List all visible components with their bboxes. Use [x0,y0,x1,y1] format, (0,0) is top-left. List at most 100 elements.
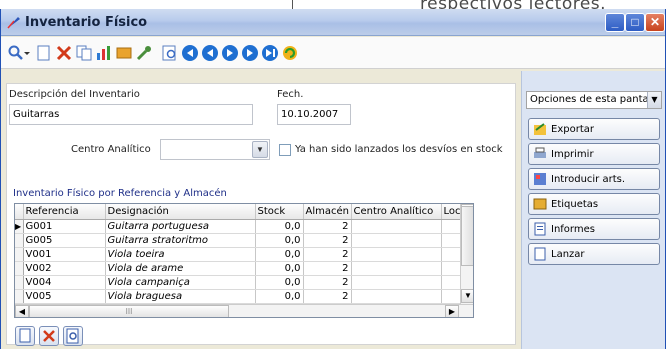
horizontal-scrollbar[interactable]: ◀ III ▶ [15,304,473,317]
cell-local[interactable] [441,247,462,262]
chart-icon[interactable] [95,44,113,62]
cell-centro[interactable] [351,219,442,234]
search-row-button[interactable] [63,326,83,346]
nav-next-icon[interactable] [221,44,239,62]
export-icon [534,123,546,135]
cell-centro[interactable] [351,247,442,262]
row-indicator [15,247,24,262]
vertical-scrollbar[interactable]: ▲ ▼ [460,204,473,304]
cell-centro[interactable] [351,275,442,290]
cell-referencia[interactable]: G001 [23,219,106,234]
export-button[interactable]: Exportar [528,118,660,140]
reports-icon [534,222,546,236]
minimize-button[interactable]: _ [605,13,625,32]
scroll-thumb[interactable] [461,206,473,266]
cell-stock[interactable]: 0,0 [255,233,304,248]
options-select[interactable]: Opciones de esta pantalla ▼ [526,91,662,109]
options-select-label: Opciones de esta pantalla [530,94,661,105]
export-label: Exportar [551,124,594,135]
cell-referencia[interactable]: V001 [23,247,106,262]
launch-label: Lanzar [551,249,585,260]
column-header-designacion[interactable]: Designación [105,204,256,220]
cell-almacen[interactable]: 2 [303,233,352,248]
nav-end-icon[interactable] [261,44,279,62]
reports-button[interactable]: Informes [528,218,660,240]
cell-stock[interactable]: 0,0 [255,289,304,304]
cell-almacen[interactable]: 2 [303,289,352,304]
cell-local[interactable] [441,289,462,304]
cell-referencia[interactable]: V005 [23,289,106,304]
cell-local[interactable] [441,219,462,234]
deviation-checkbox[interactable] [279,144,291,156]
table-row[interactable]: V002 Viola de arame 0,0 2 [15,261,462,276]
cell-almacen[interactable]: 2 [303,261,352,276]
description-field[interactable]: Guitarras [9,104,253,125]
cell-designacion[interactable]: Guitarra stratoritmo [105,233,256,248]
cell-stock[interactable]: 0,0 [255,261,304,276]
chevron-down-icon[interactable]: ▼ [252,141,268,158]
refresh-icon[interactable] [281,44,299,62]
cell-local[interactable] [441,261,462,276]
preview-icon[interactable] [161,44,179,62]
table-row[interactable]: V005 Viola braguesa 0,0 2 [15,289,462,304]
cell-designacion[interactable]: Viola de arame [105,261,256,276]
cell-almacen[interactable]: 2 [303,275,352,290]
cell-almacen[interactable]: 2 [303,219,352,234]
table-row[interactable]: V001 Viola toeira 0,0 2 [15,247,462,262]
options-pane: Opciones de esta pantalla ▼ Exportar Imp… [521,71,665,349]
table-row[interactable]: G005 Guitarra stratoritmo 0,0 2 [15,233,462,248]
introduce-articles-button[interactable]: Introducir arts. [528,168,660,190]
scroll-left-icon[interactable]: ◀ [15,305,29,317]
close-button[interactable]: ✕ [645,13,665,32]
delete-row-button[interactable] [39,326,59,346]
column-header-local[interactable]: Local [441,204,462,220]
column-header-stock[interactable]: Stock [255,204,304,220]
nav-prev-icon[interactable] [201,44,219,62]
column-header-centro[interactable]: Centro Analítico [351,204,442,220]
center-select[interactable]: ▼ [160,139,270,160]
launch-button[interactable]: Lanzar [528,243,660,265]
cell-stock[interactable]: 0,0 [255,275,304,290]
cell-referencia[interactable]: G005 [23,233,106,248]
label-icon[interactable] [115,44,133,62]
copy-icon[interactable] [75,44,93,62]
cell-referencia[interactable]: V002 [23,261,106,276]
cell-local[interactable] [441,275,462,290]
new-doc-icon[interactable] [35,44,53,62]
nav-last-icon[interactable] [241,44,259,62]
search-icon [66,328,79,344]
tools-icon[interactable] [135,44,153,62]
maximize-button[interactable]: □ [625,13,645,32]
cell-local[interactable] [441,233,462,248]
cell-designacion[interactable]: Viola campaniça [105,275,256,290]
delete-icon[interactable] [55,44,73,62]
labels-button[interactable]: Etiquetas [528,193,660,215]
cell-designacion[interactable]: Viola braguesa [105,289,256,304]
table-row[interactable]: ▶ G001 Guitarra portuguesa 0,0 2 [15,219,462,234]
cell-referencia[interactable]: V004 [23,275,106,290]
inventory-grid: Referencia Designación Stock Almacén Cen… [14,203,474,318]
column-header-almacen[interactable]: Almacén [303,204,352,220]
title-bar[interactable]: Inventario Físico _ □ ✕ [1,9,665,36]
cell-designacion[interactable]: Viola toeira [105,247,256,262]
cell-stock[interactable]: 0,0 [255,247,304,262]
nav-first-icon[interactable] [181,44,199,62]
column-header-referencia[interactable]: Referencia [23,204,106,220]
grid-header-row: Referencia Designación Stock Almacén Cen… [15,204,462,220]
print-button[interactable]: Imprimir [528,143,660,165]
cell-stock[interactable]: 0,0 [255,219,304,234]
cell-centro[interactable] [351,261,442,276]
cell-centro[interactable] [351,233,442,248]
cell-designacion[interactable]: Guitarra portuguesa [105,219,256,234]
scroll-h-thumb[interactable]: III [29,305,229,317]
cell-almacen[interactable]: 2 [303,247,352,262]
date-field[interactable]: 10.10.2007 [277,104,351,125]
scroll-down-icon[interactable]: ▼ [461,289,473,303]
cell-centro[interactable] [351,289,442,304]
row-indicator [15,233,24,248]
scroll-right-icon[interactable]: ▶ [445,305,459,317]
table-row[interactable]: V004 Viola campaniça 0,0 2 [15,275,462,290]
chevron-down-icon[interactable]: ▼ [647,92,661,108]
add-row-button[interactable] [15,326,35,346]
dropdown-arrow-icon[interactable] [23,44,31,62]
